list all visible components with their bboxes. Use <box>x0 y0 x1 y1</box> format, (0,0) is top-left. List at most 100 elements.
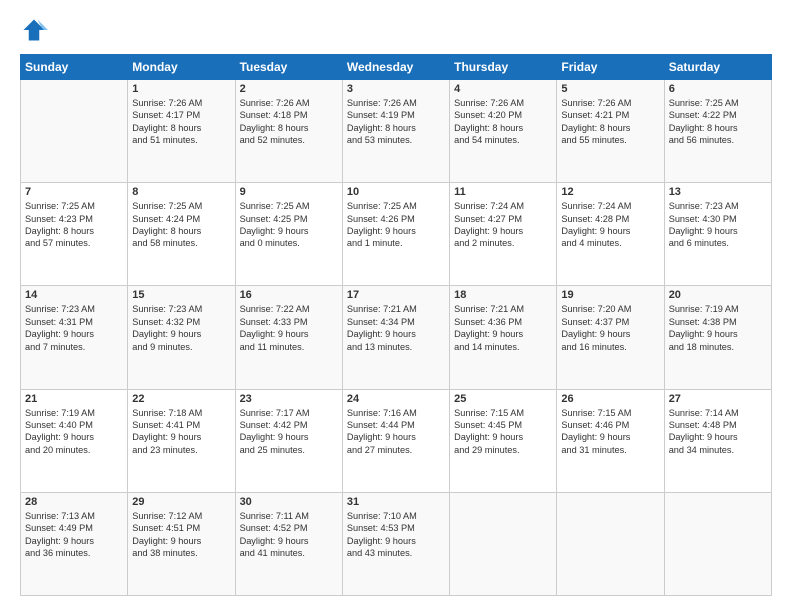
calendar-cell: 5 Sunrise: 7:26 AM Sunset: 4:21 PM Daylig… <box>557 80 664 183</box>
day-number: 2 <box>240 83 338 95</box>
day-number: 22 <box>132 393 230 405</box>
page: SundayMondayTuesdayWednesdayThursdayFrid… <box>0 0 792 612</box>
day-info: Sunrise: 7:23 AM Sunset: 4:31 PM Dayligh… <box>25 303 123 353</box>
calendar-cell: 13 Sunrise: 7:23 AM Sunset: 4:30 PM Dayli… <box>664 183 771 286</box>
day-number: 16 <box>240 289 338 301</box>
calendar-week-row: 7Sunrise: 7:25 AM Sunset: 4:23 PM Daylig… <box>21 183 772 286</box>
day-number: 10 <box>347 186 445 198</box>
calendar-cell: 15Sunrise: 7:23 AM Sunset: 4:32 PM Dayli… <box>128 286 235 389</box>
day-info: Sunrise: 7:24 AM Sunset: 4:27 PM Dayligh… <box>454 200 552 250</box>
calendar-cell: 8 Sunrise: 7:25 AM Sunset: 4:24 PM Daylig… <box>128 183 235 286</box>
day-info: Sunrise: 7:15 AM Sunset: 4:46 PM Dayligh… <box>561 407 659 457</box>
day-info: Sunrise: 7:10 AM Sunset: 4:53 PM Dayligh… <box>347 510 445 560</box>
day-number: 28 <box>25 496 123 508</box>
day-number: 27 <box>669 393 767 405</box>
weekday-header: Tuesday <box>235 55 342 80</box>
calendar-cell: 29Sunrise: 7:12 AM Sunset: 4:51 PM Dayli… <box>128 492 235 595</box>
weekday-header: Thursday <box>450 55 557 80</box>
calendar-cell: 23 Sunrise: 7:17 AM Sunset: 4:42 PM Dayli… <box>235 389 342 492</box>
weekday-header: Monday <box>128 55 235 80</box>
calendar-cell: 1 Sunrise: 7:26 AM Sunset: 4:17 PM Daylig… <box>128 80 235 183</box>
day-number: 25 <box>454 393 552 405</box>
day-info: Sunrise: 7:22 AM Sunset: 4:33 PM Dayligh… <box>240 303 338 353</box>
calendar-cell: 16 Sunrise: 7:22 AM Sunset: 4:33 PM Dayli… <box>235 286 342 389</box>
calendar-cell <box>664 492 771 595</box>
calendar-cell <box>450 492 557 595</box>
day-number: 5 <box>561 83 659 95</box>
day-number: 19 <box>561 289 659 301</box>
calendar-week-row: 21Sunrise: 7:19 AM Sunset: 4:40 PM Dayli… <box>21 389 772 492</box>
day-number: 9 <box>240 186 338 198</box>
day-info: Sunrise: 7:25 AM Sunset: 4:24 PM Dayligh… <box>132 200 230 250</box>
day-number: 26 <box>561 393 659 405</box>
calendar-cell: 26 Sunrise: 7:15 AM Sunset: 4:46 PM Dayli… <box>557 389 664 492</box>
day-info: Sunrise: 7:21 AM Sunset: 4:34 PM Dayligh… <box>347 303 445 353</box>
calendar-cell: 21Sunrise: 7:19 AM Sunset: 4:40 PM Dayli… <box>21 389 128 492</box>
weekday-header: Sunday <box>21 55 128 80</box>
day-info: Sunrise: 7:14 AM Sunset: 4:48 PM Dayligh… <box>669 407 767 457</box>
calendar-cell: 7Sunrise: 7:25 AM Sunset: 4:23 PM Daylig… <box>21 183 128 286</box>
day-number: 24 <box>347 393 445 405</box>
calendar-cell: 11 Sunrise: 7:24 AM Sunset: 4:27 PM Dayli… <box>450 183 557 286</box>
day-number: 13 <box>669 186 767 198</box>
day-number: 6 <box>669 83 767 95</box>
day-info: Sunrise: 7:15 AM Sunset: 4:45 PM Dayligh… <box>454 407 552 457</box>
calendar-cell: 27 Sunrise: 7:14 AM Sunset: 4:48 PM Dayli… <box>664 389 771 492</box>
calendar-week-row: 1 Sunrise: 7:26 AM Sunset: 4:17 PM Daylig… <box>21 80 772 183</box>
calendar-cell: 6Sunrise: 7:25 AM Sunset: 4:22 PM Daylig… <box>664 80 771 183</box>
day-info: Sunrise: 7:17 AM Sunset: 4:42 PM Dayligh… <box>240 407 338 457</box>
day-number: 15 <box>132 289 230 301</box>
calendar-cell <box>557 492 664 595</box>
day-info: Sunrise: 7:20 AM Sunset: 4:37 PM Dayligh… <box>561 303 659 353</box>
day-number: 20 <box>669 289 767 301</box>
calendar-cell: 12 Sunrise: 7:24 AM Sunset: 4:28 PM Dayli… <box>557 183 664 286</box>
day-number: 21 <box>25 393 123 405</box>
day-info: Sunrise: 7:13 AM Sunset: 4:49 PM Dayligh… <box>25 510 123 560</box>
logo <box>20 16 52 44</box>
calendar-cell: 31 Sunrise: 7:10 AM Sunset: 4:53 PM Dayli… <box>342 492 449 595</box>
calendar-cell: 20Sunrise: 7:19 AM Sunset: 4:38 PM Dayli… <box>664 286 771 389</box>
calendar-cell: 18 Sunrise: 7:21 AM Sunset: 4:36 PM Dayli… <box>450 286 557 389</box>
day-info: Sunrise: 7:16 AM Sunset: 4:44 PM Dayligh… <box>347 407 445 457</box>
day-number: 18 <box>454 289 552 301</box>
day-info: Sunrise: 7:25 AM Sunset: 4:23 PM Dayligh… <box>25 200 123 250</box>
calendar-cell: 4 Sunrise: 7:26 AM Sunset: 4:20 PM Daylig… <box>450 80 557 183</box>
day-info: Sunrise: 7:18 AM Sunset: 4:41 PM Dayligh… <box>132 407 230 457</box>
day-number: 4 <box>454 83 552 95</box>
day-info: Sunrise: 7:26 AM Sunset: 4:18 PM Dayligh… <box>240 97 338 147</box>
day-number: 14 <box>25 289 123 301</box>
calendar-cell: 2 Sunrise: 7:26 AM Sunset: 4:18 PM Daylig… <box>235 80 342 183</box>
day-number: 11 <box>454 186 552 198</box>
calendar-cell: 19 Sunrise: 7:20 AM Sunset: 4:37 PM Dayli… <box>557 286 664 389</box>
calendar-cell: 3Sunrise: 7:26 AM Sunset: 4:19 PM Daylig… <box>342 80 449 183</box>
day-info: Sunrise: 7:25 AM Sunset: 4:26 PM Dayligh… <box>347 200 445 250</box>
day-info: Sunrise: 7:26 AM Sunset: 4:17 PM Dayligh… <box>132 97 230 147</box>
calendar-cell: 28 Sunrise: 7:13 AM Sunset: 4:49 PM Dayli… <box>21 492 128 595</box>
calendar: SundayMondayTuesdayWednesdayThursdayFrid… <box>20 54 772 596</box>
day-info: Sunrise: 7:26 AM Sunset: 4:20 PM Dayligh… <box>454 97 552 147</box>
calendar-cell: 10 Sunrise: 7:25 AM Sunset: 4:26 PM Dayli… <box>342 183 449 286</box>
calendar-cell: 9 Sunrise: 7:25 AM Sunset: 4:25 PM Daylig… <box>235 183 342 286</box>
header <box>20 16 772 44</box>
day-number: 23 <box>240 393 338 405</box>
day-info: Sunrise: 7:11 AM Sunset: 4:52 PM Dayligh… <box>240 510 338 560</box>
logo-icon <box>20 16 48 44</box>
weekday-header-row: SundayMondayTuesdayWednesdayThursdayFrid… <box>21 55 772 80</box>
calendar-cell: 17 Sunrise: 7:21 AM Sunset: 4:34 PM Dayli… <box>342 286 449 389</box>
day-info: Sunrise: 7:23 AM Sunset: 4:30 PM Dayligh… <box>669 200 767 250</box>
day-number: 30 <box>240 496 338 508</box>
calendar-cell: 22 Sunrise: 7:18 AM Sunset: 4:41 PM Dayli… <box>128 389 235 492</box>
calendar-cell: 24 Sunrise: 7:16 AM Sunset: 4:44 PM Dayli… <box>342 389 449 492</box>
day-info: Sunrise: 7:26 AM Sunset: 4:21 PM Dayligh… <box>561 97 659 147</box>
day-number: 29 <box>132 496 230 508</box>
day-number: 17 <box>347 289 445 301</box>
calendar-cell <box>21 80 128 183</box>
day-info: Sunrise: 7:24 AM Sunset: 4:28 PM Dayligh… <box>561 200 659 250</box>
day-info: Sunrise: 7:21 AM Sunset: 4:36 PM Dayligh… <box>454 303 552 353</box>
day-info: Sunrise: 7:25 AM Sunset: 4:25 PM Dayligh… <box>240 200 338 250</box>
calendar-cell: 30 Sunrise: 7:11 AM Sunset: 4:52 PM Dayli… <box>235 492 342 595</box>
day-number: 31 <box>347 496 445 508</box>
day-number: 12 <box>561 186 659 198</box>
day-number: 1 <box>132 83 230 95</box>
day-number: 8 <box>132 186 230 198</box>
